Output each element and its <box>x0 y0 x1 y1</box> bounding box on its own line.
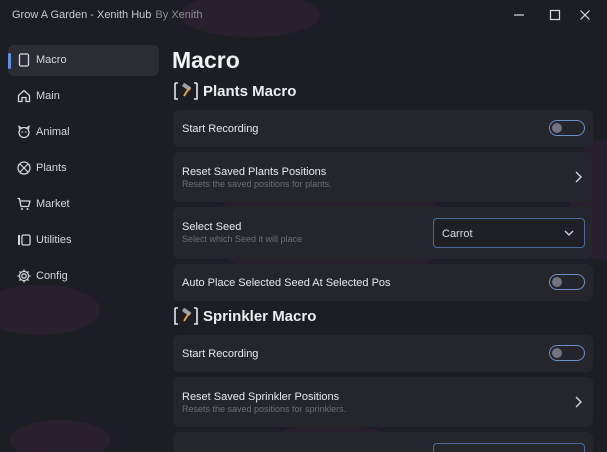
plants-icon <box>17 161 31 175</box>
start-recording-toggle[interactable] <box>549 120 585 136</box>
window-title-text: Grow A Garden - Xenith Hub <box>12 9 152 21</box>
title-bar: Grow A Garden - Xenith Hub By Xenith <box>0 0 607 30</box>
sidebar-item-label: Config <box>36 270 68 282</box>
row-description: Resets the saved positions for plants. <box>182 179 332 189</box>
sidebar-item-animal[interactable]: Animal <box>8 117 159 148</box>
sidebar-item-label: Plants <box>36 162 67 174</box>
page-icon <box>18 53 30 67</box>
section-title: Sprinkler Macro <box>203 307 317 325</box>
row-description: Resets the saved positions for sprinkler… <box>182 404 347 414</box>
maximize-button[interactable] <box>541 4 569 26</box>
cart-icon <box>17 197 31 210</box>
sidebar-item-macro[interactable]: Macro <box>8 45 159 76</box>
sprinkler-start-recording-row: Start Recording <box>173 335 593 372</box>
chevron-down-icon <box>564 230 574 236</box>
section-header-sprinkler: Sprinkler Macro <box>173 307 316 325</box>
hammer-icon <box>174 82 198 100</box>
seed-dropdown[interactable]: Carrot <box>433 218 585 248</box>
sidebar-item-label: Market <box>36 198 70 210</box>
sidebar-item-label: Utilities <box>36 234 72 246</box>
sidebar-item-label: Animal <box>36 126 70 138</box>
gear-icon <box>17 269 31 283</box>
sprinkler-start-recording-toggle[interactable] <box>549 345 585 361</box>
minimize-button[interactable] <box>505 4 533 26</box>
minimize-icon <box>514 14 524 16</box>
auto-place-row: Auto Place Selected Seed At Selected Pos <box>173 264 593 301</box>
row-title: Start Recording <box>182 123 259 135</box>
toggle-knob <box>552 123 562 133</box>
section-header-plants: Plants Macro <box>173 82 296 100</box>
hammer-icon <box>174 307 198 325</box>
window-title: Grow A Garden - Xenith Hub By Xenith <box>12 9 203 21</box>
toggle-knob <box>552 277 562 287</box>
partial-dropdown[interactable] <box>433 443 585 452</box>
maximize-icon <box>549 9 561 21</box>
reset-sprinkler-positions-button[interactable]: Reset Saved Sprinkler Positions Resets t… <box>173 377 593 427</box>
active-indicator <box>8 53 11 69</box>
sidebar-item-plants[interactable]: Plants <box>8 153 159 184</box>
close-icon <box>580 10 590 20</box>
page-title: Macro <box>172 47 240 73</box>
sidebar-item-market[interactable]: Market <box>8 189 159 220</box>
window-subtitle: By Xenith <box>155 9 203 21</box>
sidebar-item-label: Main <box>36 90 60 102</box>
chevron-right-icon <box>575 396 582 408</box>
section-title: Plants Macro <box>203 82 297 100</box>
utilities-icon <box>18 234 31 246</box>
row-title: Reset Saved Plants Positions <box>182 166 327 178</box>
chevron-right-icon <box>575 171 582 183</box>
reset-plants-positions-button[interactable]: Reset Saved Plants Positions Resets the … <box>173 152 593 202</box>
row-description: Select which Seed it will place <box>182 234 303 244</box>
sidebar-item-main[interactable]: Main <box>8 81 159 112</box>
row-title: Select Seed <box>182 221 242 233</box>
next-row-partial <box>173 432 593 452</box>
select-seed-row: Select Seed Select which Seed it will pl… <box>173 207 593 259</box>
toggle-knob <box>552 348 562 358</box>
sidebar-item-utilities[interactable]: Utilities <box>8 225 159 256</box>
row-title: Auto Place Selected Seed At Selected Pos <box>182 277 391 289</box>
auto-place-toggle[interactable] <box>549 274 585 290</box>
start-recording-row: Start Recording <box>173 110 593 147</box>
row-title: Start Recording <box>182 348 259 360</box>
sidebar-item-label: Macro <box>36 54 67 66</box>
animal-icon <box>18 125 30 139</box>
sidebar-item-config[interactable]: Config <box>8 261 159 292</box>
dropdown-value: Carrot <box>442 228 473 240</box>
app-window: Grow A Garden - Xenith Hub By Xenith Macr… <box>0 0 607 452</box>
close-button[interactable] <box>571 4 599 26</box>
row-title: Reset Saved Sprinkler Positions <box>182 391 340 403</box>
sidebar: Macro Main Animal Plants Market Utilitie… <box>0 44 164 304</box>
home-icon <box>17 89 31 103</box>
